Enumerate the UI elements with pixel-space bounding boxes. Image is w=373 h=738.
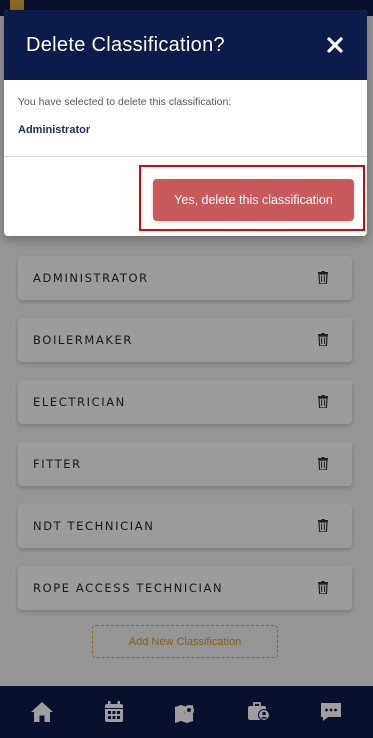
selected-classification-name: Administrator [18, 124, 91, 136]
close-icon [327, 37, 343, 53]
close-button[interactable] [325, 35, 345, 55]
modal-message: You have selected to delete this classif… [18, 96, 232, 108]
delete-classification-dialog: Delete Classification? You have selected… [4, 10, 367, 236]
modal-header: Delete Classification? [4, 10, 367, 80]
confirm-delete-button[interactable]: Yes, delete this classification [153, 179, 354, 221]
confirm-button-highlight: Yes, delete this classification [139, 165, 365, 231]
modal-title: Delete Classification? [26, 33, 225, 56]
modal-body: You have selected to delete this classif… [4, 80, 367, 157]
